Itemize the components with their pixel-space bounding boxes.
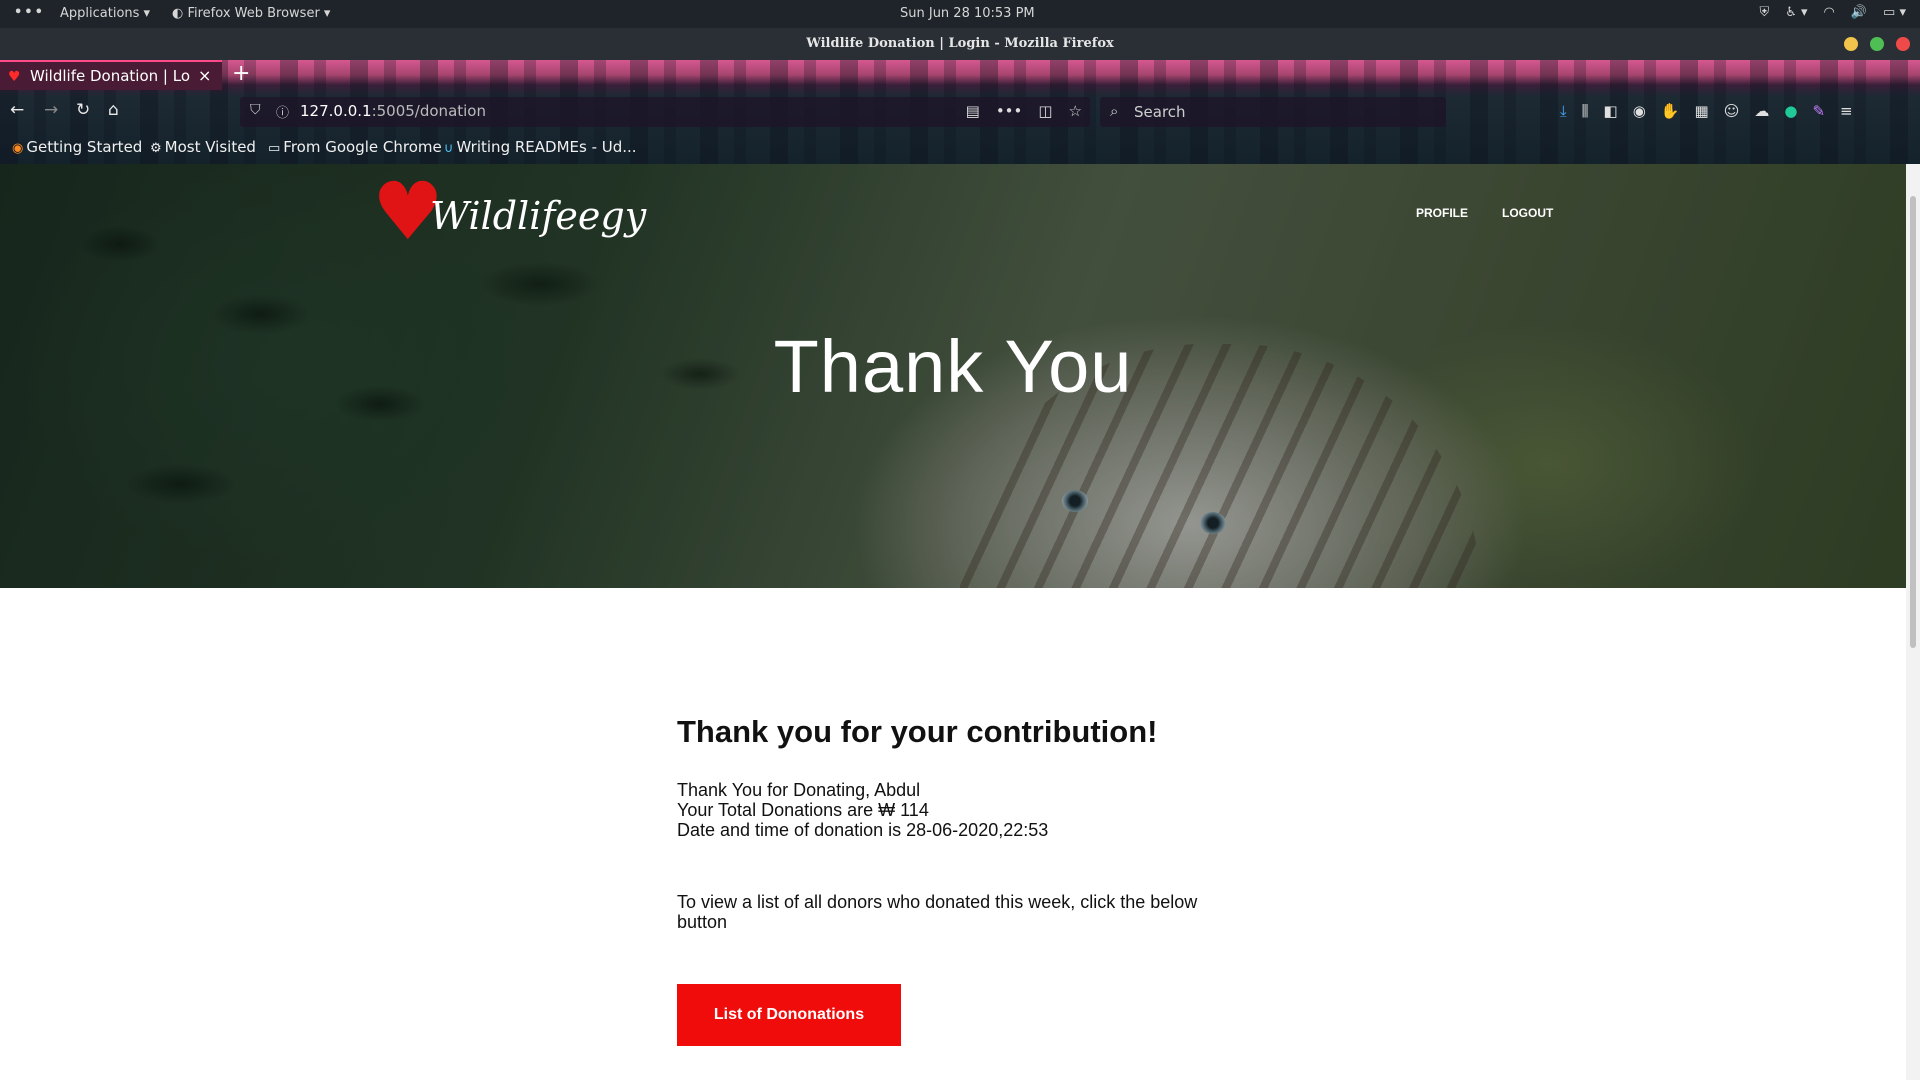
- url-actions: ▤ ••• ◫ ☆: [966, 102, 1082, 120]
- url-path: :5005/donation: [371, 102, 486, 120]
- new-tab-button[interactable]: +: [232, 61, 250, 86]
- window-controls: [1844, 37, 1910, 51]
- bookmark-label: Getting Started: [26, 138, 143, 156]
- navigation-toolbar: ← → ↻ ⌂ ⛉ ⓘ 127.0.0.1:5005/donation ▤ ••…: [0, 94, 1920, 130]
- accessibility-icon[interactable]: ♿ ▾: [1785, 5, 1807, 20]
- maximize-button[interactable]: [1870, 37, 1884, 51]
- total-donations: Your Total Donations are ₩ 114: [677, 800, 929, 820]
- reader-view-icon[interactable]: ▤: [966, 102, 980, 120]
- list-of-donations-button[interactable]: List of Dononations: [677, 984, 901, 1046]
- donor-greeting: Thank You for Donating, Abdul: [677, 780, 921, 800]
- tracking-shield-icon[interactable]: ⛉: [250, 102, 261, 118]
- gear-icon: ⚙: [150, 141, 162, 156]
- web-page: ♥ Wildlifeegy PROFILE LOGOUT Thank You T…: [0, 164, 1906, 1080]
- toolbar-icons: ⤓ ⫼ ◧ ◉ ✋ ▦ ☺ ☁ ● ✎ ≡: [1560, 102, 1853, 120]
- account-icon[interactable]: ◉: [1633, 102, 1646, 120]
- bookmark-getting-started[interactable]: ◉ Getting Started: [12, 138, 142, 156]
- heart-favicon-icon: ♥: [8, 69, 21, 85]
- bookmark-label: Writing READMEs - Ud...: [456, 138, 637, 156]
- minimize-button[interactable]: [1844, 37, 1858, 51]
- battery-icon[interactable]: ▭ ▾: [1883, 5, 1906, 20]
- page-scrollbar[interactable]: [1906, 164, 1920, 1080]
- grammarly-icon[interactable]: ●: [1784, 102, 1797, 120]
- menu-icon[interactable]: ≡: [1840, 102, 1853, 120]
- sidebar-icon[interactable]: ◧: [1604, 102, 1618, 120]
- nav-logout-link[interactable]: LOGOUT: [1502, 206, 1553, 220]
- window-title: Wildlife Donation | Login - Mozilla Fire…: [806, 36, 1114, 51]
- contribution-heading: Thank you for your contribution!: [677, 714, 1158, 749]
- back-arrow-icon[interactable]: ←: [10, 100, 24, 120]
- shield-icon[interactable]: ⛨: [1759, 5, 1769, 20]
- scrollbar-thumb[interactable]: [1910, 196, 1916, 648]
- bookmark-label: From Google Chrome: [283, 138, 442, 156]
- pocket-icon[interactable]: ◫: [1038, 102, 1052, 120]
- firefox-app-icon: ◐: [172, 6, 184, 21]
- bookmark-writing-readmes[interactable]: ∪ Writing READMEs - Ud...: [444, 138, 637, 156]
- close-tab-icon[interactable]: ×: [198, 66, 211, 85]
- bookmark-label: Most Visited: [164, 138, 256, 156]
- app-name: Firefox Web Browser: [187, 6, 320, 21]
- nav-profile-link[interactable]: PROFILE: [1416, 206, 1468, 220]
- wifi-icon[interactable]: ◠: [1824, 5, 1835, 20]
- extension-icon[interactable]: ▦: [1695, 102, 1709, 120]
- donation-datetime: Date and time of donation is 28-06-2020,…: [677, 820, 1049, 840]
- reload-icon[interactable]: ↻: [76, 100, 90, 120]
- bookmark-most-visited[interactable]: ⚙ Most Visited: [150, 138, 256, 156]
- site-info-icon[interactable]: ⓘ: [276, 102, 289, 121]
- home-icon[interactable]: ⌂: [108, 100, 119, 120]
- applications-label: Applications: [60, 6, 140, 21]
- hero-banner: ♥ Wildlifeegy PROFILE LOGOUT Thank You: [0, 164, 1906, 588]
- downloads-icon[interactable]: ⤓: [1560, 102, 1567, 120]
- site-logo[interactable]: ♥ Wildlifeegy: [372, 172, 646, 256]
- window-title-bar: Wildlife Donation | Login - Mozilla Fire…: [0, 28, 1920, 60]
- library-icon[interactable]: ⫼: [1582, 102, 1589, 120]
- tab-label: Wildlife Donation | Login: [30, 67, 190, 85]
- forward-arrow-icon[interactable]: →: [44, 100, 58, 120]
- search-icon: ⌕: [1110, 102, 1119, 120]
- app-menu[interactable]: ◐ Firefox Web Browser ▾: [172, 6, 330, 21]
- logo-text: Wildlifeegy: [430, 194, 647, 238]
- udacity-icon: ∪: [444, 141, 454, 156]
- bookmark-from-google-chrome[interactable]: ▭ From Google Chrome: [268, 138, 442, 156]
- system-tray[interactable]: ⛨ ♿ ▾ ◠ 🔊 ▭ ▾: [1759, 5, 1906, 20]
- volume-icon[interactable]: 🔊: [1851, 5, 1867, 20]
- donation-details: Thank You for Donating, Abdul Your Total…: [677, 780, 1237, 840]
- firefox-icon: ◉: [12, 141, 24, 156]
- activities-dots-icon[interactable]: •••: [14, 5, 45, 20]
- search-placeholder: Search: [1134, 103, 1186, 121]
- hero-title: Thank You: [773, 325, 1133, 408]
- extension-icon[interactable]: ✋: [1661, 102, 1680, 120]
- folder-icon: ▭: [268, 141, 281, 156]
- applications-menu[interactable]: Applications ▾: [60, 6, 150, 21]
- extension-icon[interactable]: ✎: [1812, 102, 1825, 120]
- extension-icon[interactable]: ☺: [1724, 102, 1740, 120]
- url-host: 127.0.0.1: [300, 102, 372, 120]
- url-text[interactable]: 127.0.0.1:5005/donation: [300, 102, 486, 120]
- os-top-bar: ••• Applications ▾ ◐ Firefox Web Browser…: [0, 0, 1920, 28]
- tab-wildlife-donation[interactable]: ♥ Wildlife Donation | Login ×: [0, 60, 222, 90]
- extension-icon[interactable]: ☁: [1754, 102, 1769, 120]
- close-window-button[interactable]: [1896, 37, 1910, 51]
- page-actions-icon[interactable]: •••: [996, 102, 1023, 120]
- clock[interactable]: Sun Jun 28 10:53 PM: [900, 6, 1035, 21]
- thank-you-section: Thank you for your contribution! Thank Y…: [677, 714, 1237, 1046]
- bookmarks-toolbar: ◉ Getting Started ⚙ Most Visited ▭ From Goo…: [0, 132, 1920, 162]
- search-bar[interactable]: ⌕ Search: [1100, 97, 1446, 127]
- url-bar[interactable]: ⛉ ⓘ 127.0.0.1:5005/donation ▤ ••• ◫ ☆: [240, 97, 1090, 127]
- browser-chrome: ♥ Wildlife Donation | Login × + ← → ↻ ⌂ …: [0, 60, 1920, 164]
- bookmark-star-icon[interactable]: ☆: [1069, 102, 1082, 120]
- view-donors-text: To view a list of all donors who donated…: [677, 892, 1198, 932]
